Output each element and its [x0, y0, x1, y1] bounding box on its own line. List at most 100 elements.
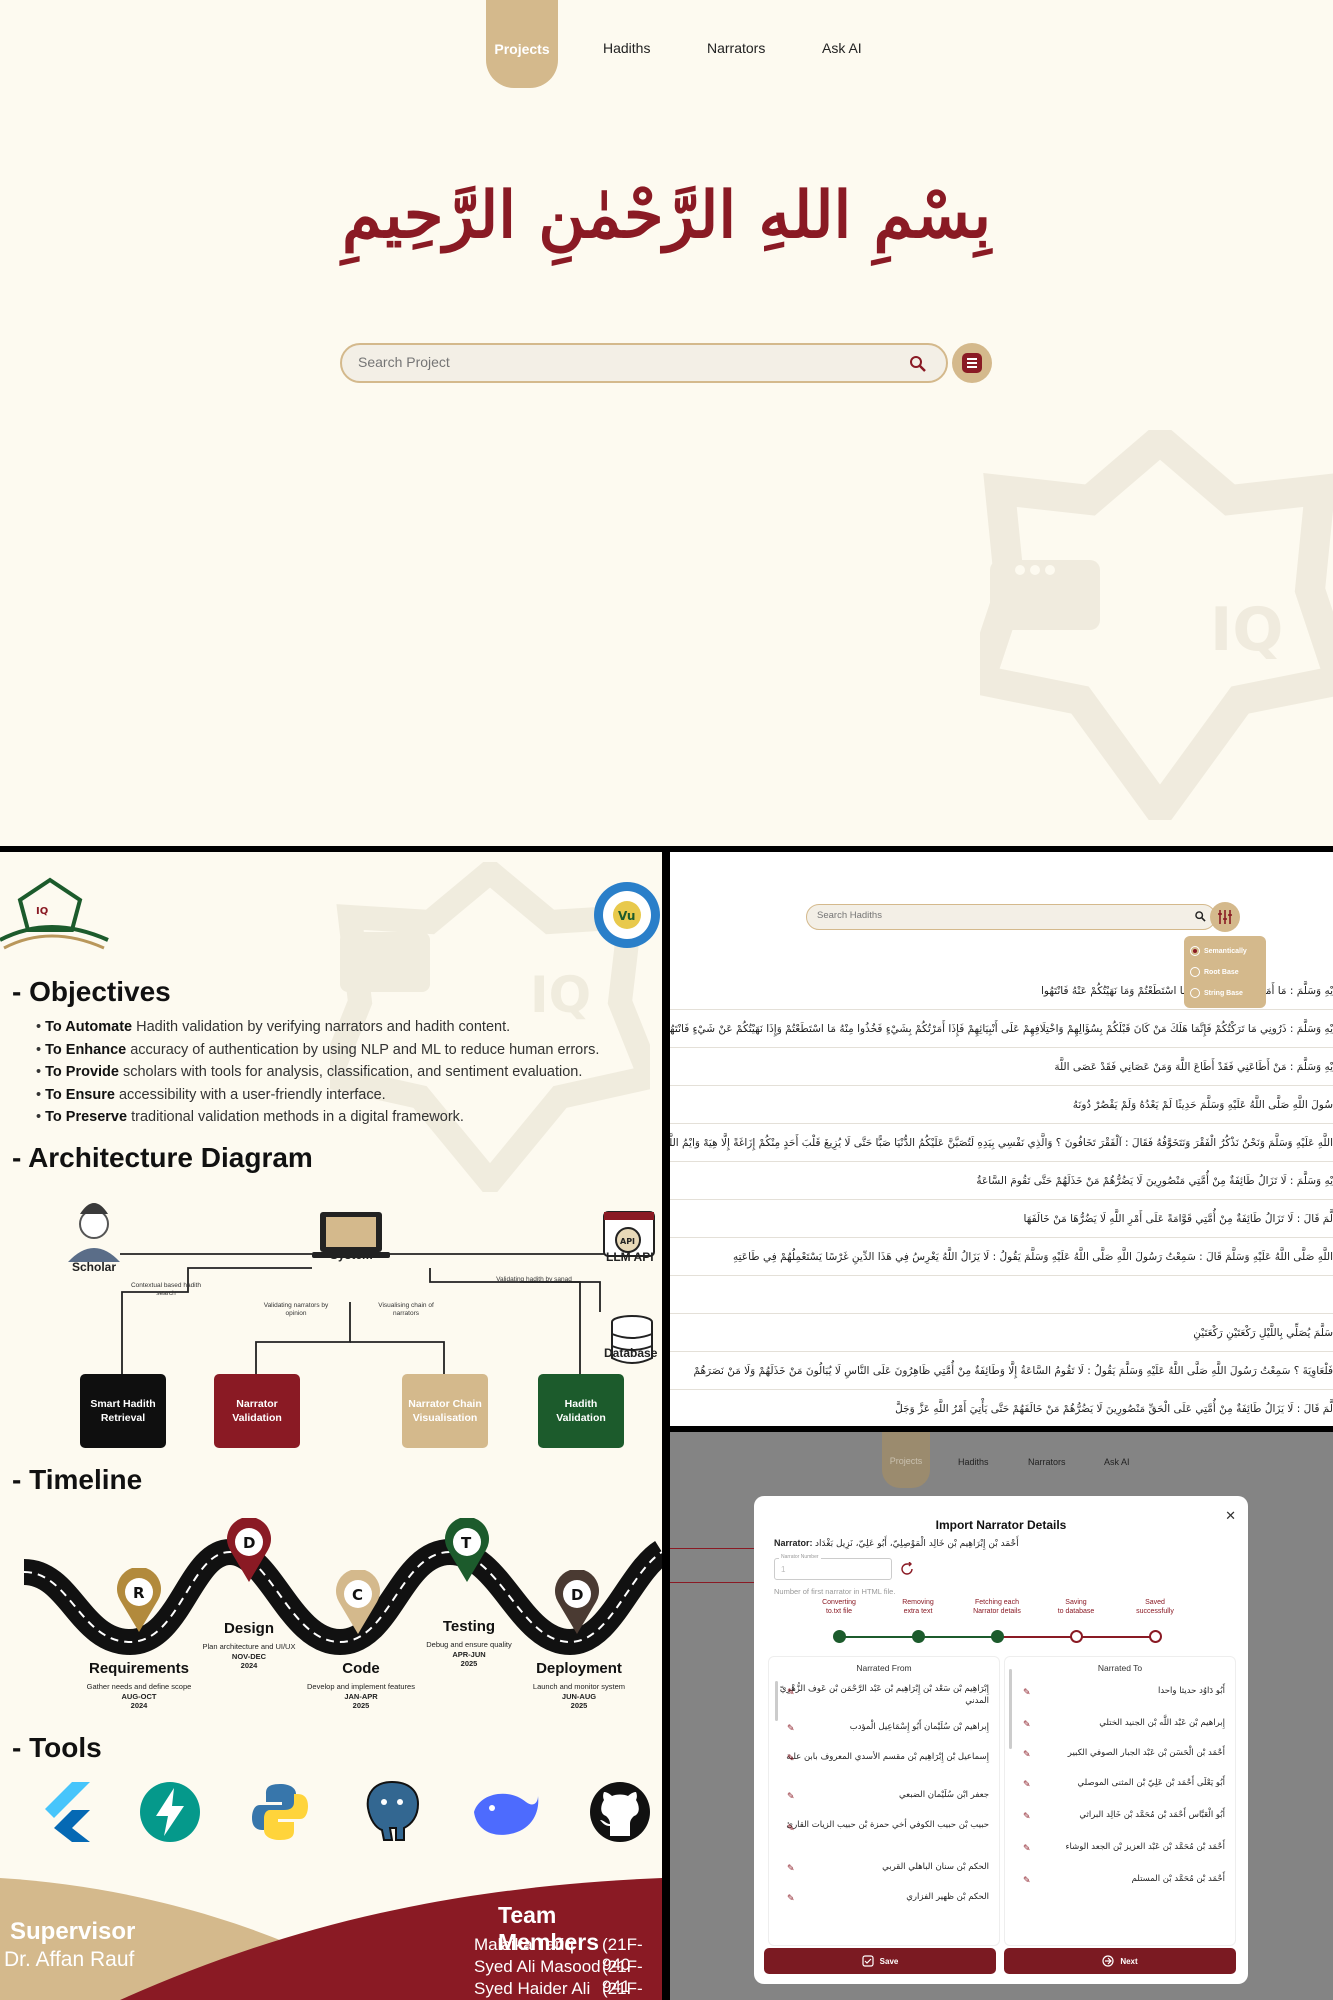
step-label: Saved successfully: [1136, 1599, 1174, 1615]
search-icon[interactable]: [908, 354, 928, 374]
edit-icon[interactable]: ✎: [1023, 1719, 1033, 1729]
divider: [670, 1548, 754, 1549]
search-icon[interactable]: [1194, 910, 1207, 923]
narrator-item[interactable]: أَبُو يَعْلَى أَحْمَد بْن عَلِيّ بْن الم…: [1015, 1777, 1225, 1789]
narrator-item[interactable]: الحكم بْن ظهير الفزاري: [779, 1891, 989, 1903]
nav-tab-hadiths[interactable]: Hadiths: [603, 40, 650, 56]
save-button[interactable]: Save: [764, 1948, 996, 1974]
narrator-item[interactable]: إِبْرَاهِيم بْن سَعْد بْن إِبْرَاهِيم بْ…: [779, 1683, 989, 1707]
next-button[interactable]: Next: [1004, 1948, 1236, 1974]
edit-icon[interactable]: ✎: [787, 1863, 797, 1873]
edit-icon[interactable]: ✎: [787, 1893, 797, 1903]
project-search-box: [340, 343, 948, 383]
narrator-item[interactable]: أَحْمَد بْن الْحَسَن بْن عَبْد الجبار ال…: [1015, 1747, 1225, 1759]
project-search-input[interactable]: [358, 354, 858, 370]
timeline-letter-d2: D: [571, 1586, 583, 1604]
hadith-row[interactable]: اللَّهِ صَلَّى اللَّهُ عَلَيْهِ وَسَلَّم…: [670, 1238, 1333, 1276]
arch-scholar-label: Scholar: [72, 1260, 117, 1274]
search-mode-option[interactable]: Semantically: [1190, 944, 1247, 958]
project-menu-button[interactable]: [952, 343, 992, 383]
timeline-desc-requirements: Gather needs and define scope: [86, 1682, 192, 1691]
narrator-item[interactable]: أَبُو الْعَبَّاس أَحْمَد بْن مُحَمَّد بْ…: [1015, 1809, 1225, 1821]
nav-tab-narrators[interactable]: Narrators: [1028, 1457, 1066, 1467]
arch-system-label: System: [330, 1248, 373, 1262]
team-member-name: Malaika Tariq: [474, 1935, 574, 1954]
nav-tab-projects-label: Projects: [494, 41, 550, 57]
narrator-number-helper: Number of first narrator in HTML file.: [774, 1587, 896, 1596]
hadith-row[interactable]: يْهِ وَسَلَّمَ : ذَرُونِي مَا تَرَكْتُكُ…: [670, 1010, 1333, 1048]
bismillah-heading: بِسْمِ اللهِ الرَّحْمٰنِ الرَّحِيمِ: [341, 178, 992, 253]
close-icon[interactable]: ✕: [1225, 1508, 1236, 1524]
timeline-pin-code: C: [336, 1570, 380, 1634]
hadith-search-input[interactable]: [817, 910, 1157, 921]
narrator-item[interactable]: إِبراهيم بْن سُلَيْمان أَبُو إِسْمَاعِيل…: [779, 1721, 989, 1733]
edit-icon[interactable]: ✎: [1023, 1875, 1033, 1885]
step-pending-icon: [1070, 1630, 1083, 1643]
nav-tab-projects[interactable]: Projects: [882, 1432, 930, 1488]
step-label: Fetching each Narrator details: [973, 1599, 1021, 1615]
edit-icon[interactable]: ✎: [787, 1823, 797, 1833]
edit-icon[interactable]: ✎: [1023, 1843, 1033, 1853]
svg-text:IQ: IQ: [36, 906, 48, 917]
edit-icon[interactable]: ✎: [787, 1723, 797, 1733]
search-filter-button[interactable]: [1210, 902, 1240, 932]
objective-item: • To Preserve traditional validation met…: [36, 1109, 464, 1125]
scrollbar[interactable]: [1009, 1669, 1012, 1749]
narrator-item[interactable]: أَحْمَد بْن مُحَمَّد بْن عَبْد العزيز بْ…: [1015, 1841, 1225, 1853]
hadith-row[interactable]: لَّمَ قَالَ : لَا يَزَالُ طَائِفَةٌ مِنْ…: [670, 1390, 1333, 1426]
narrator-item[interactable]: الحكم بْن سنان الباهلي القربي: [779, 1861, 989, 1873]
hadith-row[interactable]: يْهِ وَسَلَّمَ : مَنْ أَطَاعَنِي فَقَدْ …: [670, 1048, 1333, 1086]
narrator-item[interactable]: أَحْمَد بْن مُحَمَّد بْن المستلم: [1015, 1873, 1225, 1885]
nav-tab-hadiths[interactable]: Hadiths: [958, 1457, 989, 1467]
team-member-name: Syed Haider Ali: [474, 1979, 591, 1998]
team-member-name: Syed Ali Masood: [474, 1957, 601, 1976]
hadith-row[interactable]: يْهِ وَسَلَّمَ : لَا تَزَالُ طَائِفَةٌ م…: [670, 1162, 1333, 1200]
scrollbar[interactable]: [775, 1681, 778, 1721]
save-icon: [862, 1955, 874, 1967]
refresh-icon[interactable]: [900, 1562, 914, 1576]
projects-page: IQ Projects Hadiths Narrators Ask AI بِس…: [0, 0, 1333, 846]
objectives-heading: - Objectives: [12, 976, 171, 1007]
hadith-row[interactable]: فَلْعَاوِيَةَ ؟ سَمِعْتُ رَسُولَ اللَّهِ…: [670, 1352, 1333, 1390]
hadith-row[interactable]: لَّمَ قَالَ : لَا تَزَالُ طَائِفَةٌ مِنْ…: [670, 1200, 1333, 1238]
project-logo: IQ: [0, 877, 109, 950]
timeline-pin-design: D: [227, 1518, 271, 1582]
deepseek-icon: [474, 1793, 539, 1835]
timeline-phase-testing: Testing: [442, 1618, 496, 1635]
narrator-number-field[interactable]: Narrator Number 1: [774, 1554, 892, 1580]
step-label: Converting to.txt file: [822, 1599, 856, 1615]
edit-icon[interactable]: ✎: [1023, 1687, 1033, 1697]
edit-icon[interactable]: ✎: [1023, 1811, 1033, 1821]
svg-text:API: API: [620, 1237, 635, 1246]
edit-icon[interactable]: ✎: [1023, 1749, 1033, 1759]
nav-tab-projects[interactable]: Projects: [486, 0, 558, 88]
hadith-row[interactable]: سُولَ اللَّهِ صَلَّى اللَّهُ عَلَيْهِ وَ…: [670, 1086, 1333, 1124]
edit-icon[interactable]: ✎: [787, 1753, 797, 1763]
arch-narrator-validation-node: Narrator Validation: [214, 1374, 300, 1448]
timeline-pin-requirements: R: [117, 1568, 161, 1632]
search-mode-option[interactable]: String Base: [1190, 986, 1243, 1000]
edit-icon[interactable]: ✎: [787, 1791, 797, 1801]
narrator-item[interactable]: جعفر ابْن سُلَيْمان الضبعي: [779, 1789, 989, 1801]
hadith-search-box: [806, 904, 1216, 930]
project-poster: IQ IQ Vu - Objectives • To Automate Hadi…: [0, 852, 662, 2000]
search-mode-option[interactable]: Root Base: [1190, 965, 1239, 979]
narrator-item[interactable]: إِسماعيل بْن إِبْرَاهِيم بْن مقسم الأسدي…: [779, 1751, 989, 1763]
timeline-pin-testing: T: [445, 1518, 489, 1582]
nav-tab-ask-ai[interactable]: Ask AI: [822, 40, 862, 56]
step-label: Removing extra text: [902, 1599, 934, 1615]
edit-icon[interactable]: ✎: [787, 1687, 797, 1697]
objective-item: • To Provide scholars with tools for ana…: [36, 1064, 583, 1080]
nav-tab-narrators[interactable]: Narrators: [707, 40, 765, 56]
step-pending-icon: [1149, 1630, 1162, 1643]
hadith-row[interactable]: سَلَّمَ يُصَلِّي بِاللَّيْلِ رَكْعَتَيْن…: [670, 1314, 1333, 1352]
narrator-item[interactable]: حبيب بْن حبيب الكوفي أخي حمزة بْن حبيب ا…: [779, 1819, 989, 1831]
narrator-item[interactable]: إِبراهيم بْن عَبْد اللَّه بْن الجنيد الخ…: [1015, 1717, 1225, 1729]
hadith-row[interactable]: [670, 1276, 1333, 1314]
hadith-row[interactable]: اللَّهِ عَلَيْهِ وَسَلَّمَ وَنَحْنُ نَذْ…: [670, 1124, 1333, 1162]
python-icon: [252, 1784, 308, 1840]
edit-icon[interactable]: ✎: [1023, 1779, 1033, 1789]
supervisor-label: Supervisor: [10, 1918, 136, 1945]
narrator-item[interactable]: أَبُو دَاوُد حديثا واحدا: [1015, 1685, 1225, 1697]
nav-tab-ask-ai[interactable]: Ask AI: [1104, 1457, 1130, 1467]
